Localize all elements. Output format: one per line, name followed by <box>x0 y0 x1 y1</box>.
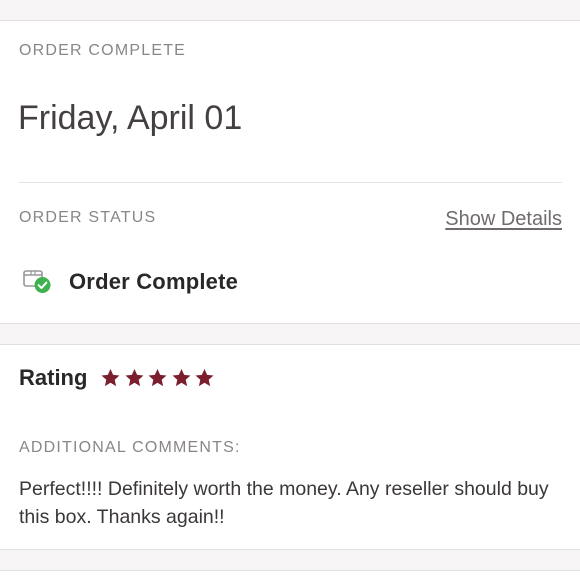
show-details-link[interactable]: Show Details <box>445 208 562 231</box>
comments-label: ADDITIONAL COMMENTS: <box>19 439 241 456</box>
star-icon <box>125 369 144 387</box>
order-status-label: ORDER STATUS <box>19 209 157 226</box>
star-icon <box>101 369 120 387</box>
star-icon <box>172 369 191 387</box>
rating-card: Rating ADDITIONAL COMMENTS: Perfect!!!! … <box>0 344 580 550</box>
rating-row: Rating <box>19 365 217 391</box>
rating-stars <box>99 367 217 389</box>
order-status-row: Order Complete <box>20 265 238 299</box>
rating-label: Rating <box>19 365 88 390</box>
comment-text: Perfect!!!! Definitely worth the money. … <box>19 478 549 528</box>
star-icon <box>148 369 167 387</box>
order-section-label: ORDER COMPLETE <box>19 42 187 59</box>
order-status-text: Order Complete <box>69 269 239 294</box>
package-check-icon <box>20 265 54 299</box>
order-summary-card: ORDER COMPLETE Friday, April 01 ORDER ST… <box>0 20 580 324</box>
next-card <box>0 570 580 580</box>
divider <box>19 182 562 183</box>
order-date: Friday, April 01 <box>18 99 243 137</box>
star-icon <box>195 369 214 387</box>
